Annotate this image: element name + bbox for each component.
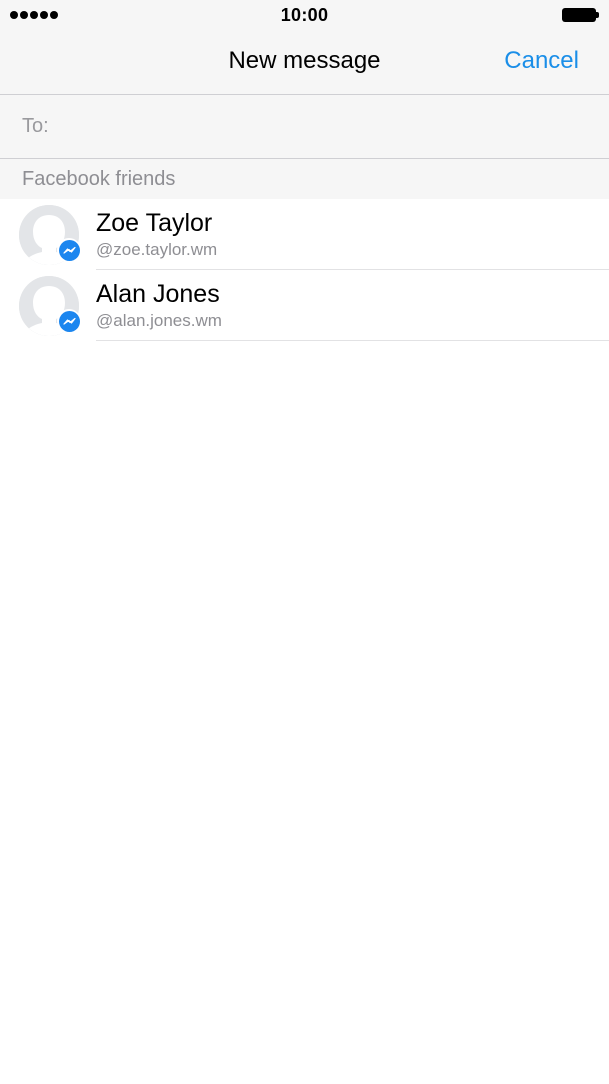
list-item[interactable]: Zoe Taylor @zoe.taylor.wm xyxy=(0,199,609,270)
friend-handle: @zoe.taylor.wm xyxy=(96,240,218,259)
messenger-badge-icon xyxy=(57,309,81,333)
to-label: To: xyxy=(22,115,49,137)
to-field-row[interactable]: To: xyxy=(0,95,609,159)
avatar xyxy=(19,276,81,336)
friends-list: Zoe Taylor @zoe.taylor.wm Alan Jones @al… xyxy=(0,199,609,341)
friend-name: Alan Jones xyxy=(96,280,220,308)
recipient-input[interactable] xyxy=(62,107,582,145)
avatar xyxy=(19,205,81,265)
friend-name: Zoe Taylor xyxy=(96,209,213,237)
section-title: Facebook friends xyxy=(22,168,176,190)
cancel-button[interactable]: Cancel xyxy=(504,47,579,75)
messenger-badge-icon xyxy=(57,238,81,262)
status-bar: 10:00 xyxy=(0,0,609,30)
screen: 10:00 New message Cancel To: Facebook fr… xyxy=(0,0,609,1084)
nav-bar: New message Cancel xyxy=(0,30,609,95)
status-time: 10:00 xyxy=(280,5,329,25)
divider xyxy=(96,340,609,341)
battery-full-icon xyxy=(562,8,599,22)
friend-handle: @alan.jones.wm xyxy=(96,311,222,330)
section-header: Facebook friends xyxy=(0,159,609,199)
list-item[interactable]: Alan Jones @alan.jones.wm xyxy=(0,270,609,341)
